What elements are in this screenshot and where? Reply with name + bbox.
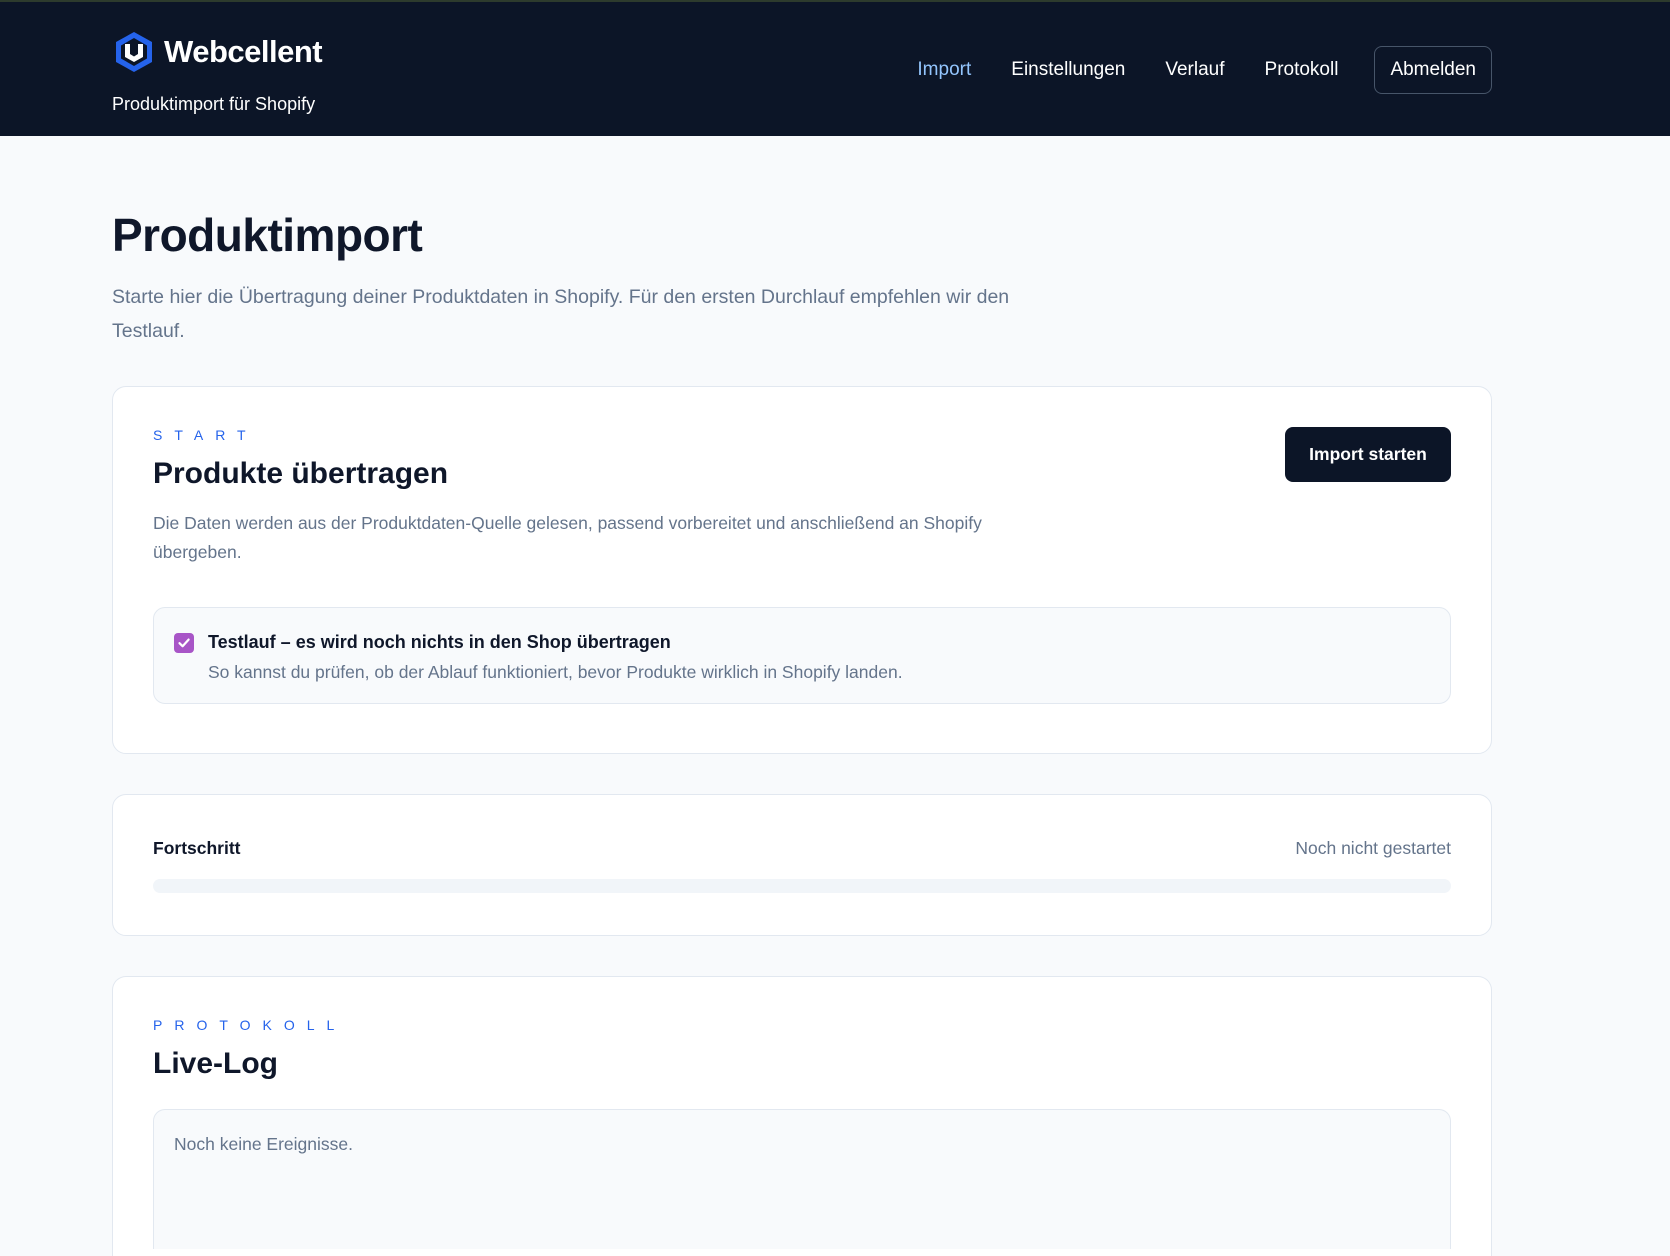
- log-card: PROTOKOLL Live-Log Noch keine Ereignisse…: [112, 976, 1492, 1256]
- progress-status: Noch nicht gestartet: [1295, 838, 1451, 858]
- log-card-title: Live-Log: [153, 1047, 278, 1080]
- progress-card: Fortschritt Noch nicht gestartet: [112, 794, 1492, 936]
- brand-subtitle: Produktimport für Shopify: [112, 94, 316, 114]
- start-card-description: Die Daten werden aus der Produktdaten-Qu…: [153, 513, 982, 562]
- logout-button[interactable]: Abmelden: [1374, 46, 1492, 94]
- nav-item-import[interactable]: Import: [917, 59, 971, 81]
- progress-label: Fortschritt: [153, 838, 241, 858]
- nav-item-protokoll[interactable]: Protokoll: [1265, 59, 1339, 81]
- start-card: START Produkte übertragen Die Daten werd…: [112, 386, 1492, 754]
- start-eyebrow: START: [153, 427, 258, 443]
- brand-name: Webcellent: [164, 34, 323, 69]
- log-eyebrow: PROTOKOLL: [153, 1017, 347, 1033]
- testrun-label[interactable]: Testlauf – es wird noch nichts in den Sh…: [208, 630, 903, 654]
- brand-link[interactable]: Webcellent: [112, 30, 323, 74]
- page-description: Starte hier die Übertragung deiner Produ…: [112, 286, 1010, 342]
- top-navbar: Webcellent Produktimport für Shopify Imp…: [0, 0, 1670, 136]
- main-content: Produktimport Starte hier die Übertragun…: [112, 136, 1492, 1256]
- import-start-button[interactable]: Import starten: [1285, 427, 1451, 482]
- hexagon-logo-icon: [116, 32, 152, 72]
- page-title: Produktimport: [112, 209, 423, 261]
- testrun-hint: So kannst du prüfen, ob der Ablauf funkt…: [208, 662, 903, 682]
- main-nav: Import Einstellungen Verlauf Protokoll A…: [877, 46, 1492, 94]
- progress-bar: [153, 879, 1451, 893]
- checkmark-icon: [178, 638, 190, 648]
- log-empty-text: Noch keine Ereignisse.: [174, 1134, 353, 1154]
- brand: Webcellent Produktimport für Shopify: [112, 30, 323, 115]
- nav-item-verlauf[interactable]: Verlauf: [1165, 59, 1224, 81]
- testrun-checkbox[interactable]: [174, 633, 194, 653]
- nav-item-einstellungen[interactable]: Einstellungen: [1011, 59, 1125, 81]
- start-card-title: Produkte übertragen: [153, 457, 449, 490]
- live-log-output[interactable]: Noch keine Ereignisse.: [153, 1109, 1451, 1249]
- testrun-option: Testlauf – es wird noch nichts in den Sh…: [153, 607, 1451, 704]
